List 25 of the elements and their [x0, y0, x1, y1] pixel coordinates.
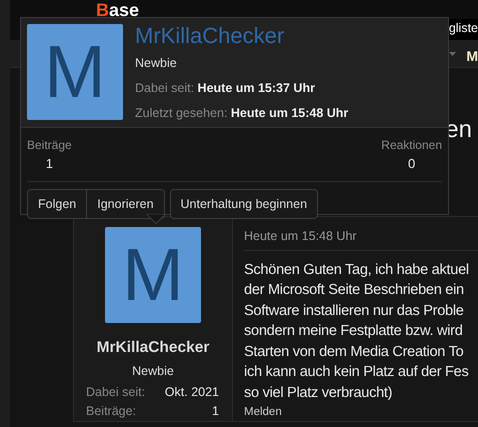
stat-value: 1 [44, 155, 54, 173]
user-title: Newbie [132, 363, 174, 380]
stat-label: Reaktionen [381, 137, 442, 154]
fact-label: Dabei seit: [135, 80, 194, 95]
fact-label: Zuletzt gesehen: [135, 106, 228, 120]
stat-label: Beiträge [27, 137, 72, 154]
fact-label: Dabei seit: [86, 384, 146, 401]
fact-value: 1 [212, 402, 219, 420]
nav-link[interactable]: gliste [448, 19, 478, 40]
fact-value: Heute um 15:48 Uhr [230, 106, 348, 120]
nav-item[interactable]: M [466, 46, 478, 67]
stat-value: 0 [407, 155, 416, 173]
popup-button[interactable]: Folgen [28, 190, 86, 218]
fact-value: Okt. 2021 [164, 384, 219, 401]
user-title: Newbie [135, 55, 178, 72]
user-name[interactable]: MrKillaChecker [96, 336, 210, 360]
popup-button[interactable]: Ignorieren [86, 190, 164, 218]
popup-button[interactable]: Unterhaltung beginnen [170, 190, 318, 218]
caret-icon [449, 52, 456, 56]
fact-value: Heute um 15:37 Uhr [198, 80, 315, 95]
post-date-link[interactable]: Heute um 15:48 Uhr [244, 227, 478, 251]
site-logo[interactable]: Base [96, 1, 140, 19]
fact-label: Beiträge: [86, 402, 136, 420]
report-link[interactable]: Melden [244, 406, 282, 419]
post-text: Schönen Guten Tag, ich habe aktuel der Microsoft Seite Beschrieben ein Software installieren nur das Proble sondern meine Festplatte bzw. wird Starten von dem Media Creation To ich kann auch kein Platz auf der Fes so viel Platz verbraucht) [244, 260, 469, 403]
